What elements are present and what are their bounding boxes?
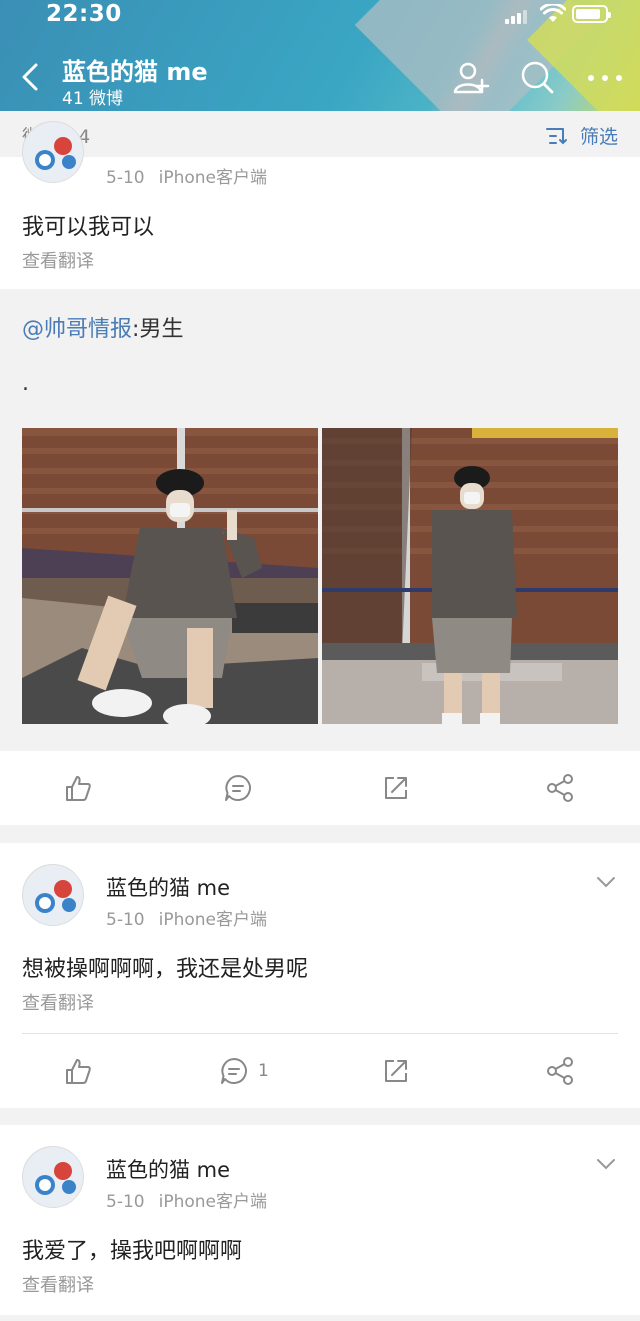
filter-label: 筛选 (579, 126, 618, 148)
post-count: 41 微博 (62, 89, 124, 109)
back-icon[interactable] (18, 62, 44, 92)
comment-icon (221, 1058, 247, 1084)
author-name[interactable]: 蓝色的猫 me (106, 1154, 230, 1184)
page-title: 蓝色的猫 me (62, 58, 208, 86)
app-header: 22:30 蓝色的猫 me 41 微博 (0, 0, 640, 111)
post-actions: 1 (0, 1034, 640, 1108)
post-date: 5-10 (106, 910, 145, 930)
comment-count: 1 (258, 1061, 269, 1081)
post-photo[interactable] (22, 428, 318, 724)
comment-icon (225, 775, 251, 801)
search-icon[interactable] (518, 58, 556, 96)
chevron-down-icon[interactable] (596, 1157, 616, 1171)
share-button[interactable] (546, 771, 574, 805)
share-button[interactable] (546, 1054, 574, 1088)
filter-button[interactable]: 筛选 (545, 122, 618, 149)
avatar[interactable] (22, 121, 84, 183)
repost-icon (385, 1060, 407, 1082)
battery-icon (572, 5, 611, 23)
translate-link[interactable]: 查看翻译 (22, 989, 94, 1015)
post-text: 我爱了，操我吧啊啊啊 (22, 1239, 243, 1264)
post-date: 5-10 (106, 1192, 145, 1212)
like-icon (66, 1059, 91, 1084)
post-actions (0, 751, 640, 825)
repost-button[interactable] (382, 771, 410, 805)
comment-button[interactable] (224, 771, 262, 805)
status-time: 22:30 (46, 1, 122, 27)
wifi-icon (540, 4, 566, 22)
status-bar: 22:30 (0, 0, 640, 30)
repost-text: @帅哥情报:男生 (22, 317, 184, 342)
avatar[interactable] (22, 1146, 84, 1208)
chevron-down-icon[interactable] (596, 875, 616, 889)
post-source: iPhone客户端 (158, 1192, 267, 1212)
post-text: 想被操啊啊啊，我还是处男呢 (22, 957, 309, 982)
repost-content: 男生 (139, 317, 184, 342)
post-source: iPhone客户端 (158, 910, 267, 930)
comment-button[interactable]: 1 (220, 1054, 269, 1088)
translate-link[interactable]: 查看翻译 (22, 1271, 94, 1297)
post-card[interactable]: 蓝色的猫 me 5-10 iPhone客户端 想被操啊啊啊，我还是处男呢 查看翻译… (0, 843, 640, 1108)
repost-button[interactable] (382, 1054, 410, 1088)
more-icon[interactable] (586, 58, 624, 96)
filter-bar: 微博 24 筛选 (0, 111, 640, 157)
post-card[interactable]: 5-10 iPhone客户端 我可以我可以 查看翻译 (0, 121, 640, 289)
post-date: 5-10 (106, 168, 145, 188)
like-icon (66, 776, 91, 801)
translate-link[interactable]: 查看翻译 (22, 247, 94, 273)
author-name[interactable]: 蓝色的猫 me (106, 872, 230, 902)
share-icon (547, 774, 573, 802)
post-source: iPhone客户端 (158, 168, 267, 188)
like-button[interactable] (64, 1054, 92, 1088)
avatar[interactable] (22, 864, 84, 926)
share-icon (547, 1057, 573, 1085)
post-text: 我可以我可以 (22, 215, 155, 240)
repost-block[interactable]: @帅哥情报:男生 . (0, 289, 640, 751)
like-button[interactable] (64, 771, 92, 805)
post-meta: 5-10 iPhone客户端 (106, 1187, 267, 1212)
post-meta: 5-10 iPhone客户端 (106, 163, 267, 188)
post-meta: 5-10 iPhone客户端 (106, 905, 267, 930)
add-friend-icon[interactable] (452, 58, 490, 96)
repost-icon (385, 777, 407, 799)
signal-icon (505, 8, 531, 24)
post-card[interactable]: 蓝色的猫 me 5-10 iPhone客户端 我爱了，操我吧啊啊啊 查看翻译 (0, 1125, 640, 1315)
post-photo[interactable] (322, 428, 618, 724)
repost-body: . (22, 371, 29, 396)
mention-link[interactable]: @帅哥情报 (22, 317, 132, 342)
filter-icon (545, 127, 567, 144)
